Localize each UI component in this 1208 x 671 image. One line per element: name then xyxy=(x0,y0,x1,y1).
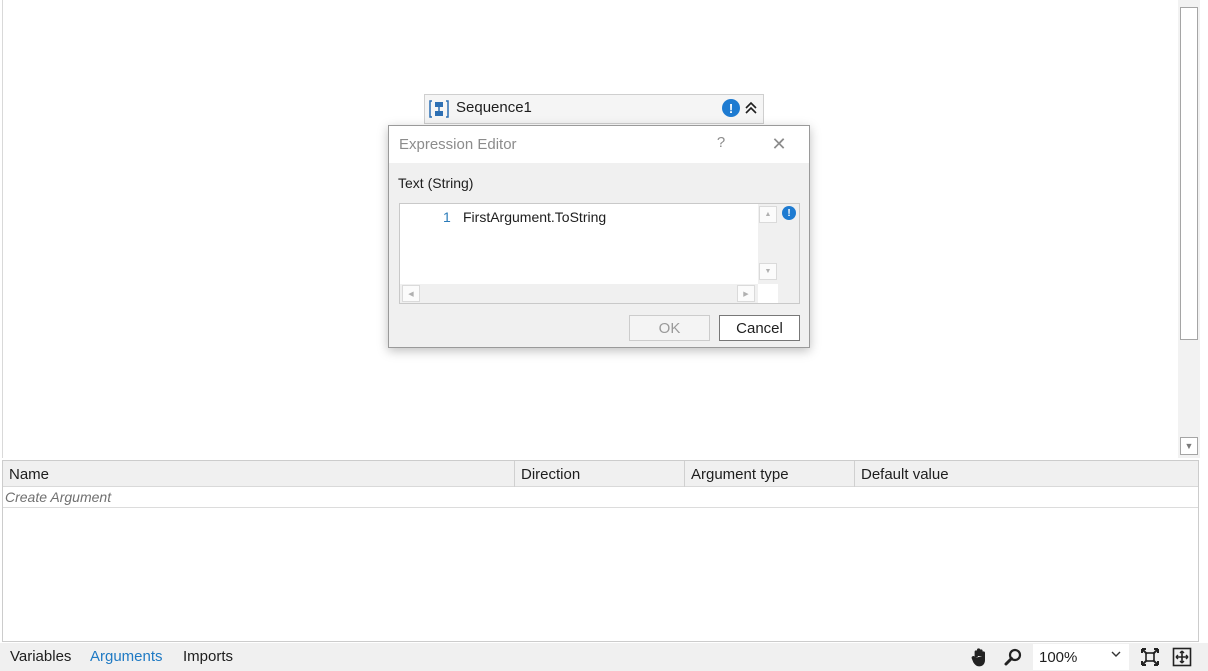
overview-icon[interactable] xyxy=(1172,647,1192,667)
zoom-dropdown[interactable]: 100% xyxy=(1033,644,1129,670)
tab-variables[interactable]: Variables xyxy=(10,648,71,665)
scroll-left-button[interactable]: ◀ xyxy=(402,285,420,302)
column-header-name[interactable]: Name xyxy=(3,461,515,487)
close-icon[interactable]: ✕ xyxy=(769,134,789,154)
help-button[interactable]: ? xyxy=(713,134,729,154)
designer-bottom-bar: Variables Arguments Imports 100% xyxy=(0,643,1208,671)
hand-icon[interactable] xyxy=(969,646,991,668)
scroll-right-button[interactable]: ▶ xyxy=(737,285,755,302)
column-header-direction[interactable]: Direction xyxy=(515,461,685,487)
zoom-value: 100% xyxy=(1039,648,1078,666)
tab-imports[interactable]: Imports xyxy=(183,648,233,665)
editor-vertical-scrollbar[interactable]: ▲ ▼ xyxy=(758,204,778,284)
scroll-up-button[interactable]: ▲ xyxy=(759,206,777,223)
warning-icon[interactable]: ! xyxy=(722,99,740,117)
tab-arguments[interactable]: Arguments xyxy=(90,648,163,665)
line-number: 1 xyxy=(443,209,451,225)
editor-horizontal-scrollbar[interactable]: ◀ ▶ xyxy=(400,284,758,303)
sequence-title[interactable]: Sequence1 xyxy=(456,99,532,116)
scroll-down-button[interactable]: ▼ xyxy=(1180,437,1198,455)
scroll-down-button[interactable]: ▼ xyxy=(759,263,777,280)
expression-text[interactable]: FirstArgument.ToString xyxy=(463,209,606,225)
double-chevron-up-icon[interactable] xyxy=(742,99,760,117)
sequence-icon xyxy=(429,100,449,118)
dialog-titlebar: Expression Editor ? ✕ xyxy=(389,126,809,163)
column-header-argument-type[interactable]: Argument type xyxy=(685,461,855,487)
ok-button[interactable]: OK xyxy=(629,315,710,341)
workflow-designer: Sequence1 ! ▼ Expression Editor ? ✕ Text… xyxy=(0,0,1208,671)
canvas-vertical-scrollbar[interactable]: ▼ xyxy=(1178,0,1200,458)
zoom-icon[interactable] xyxy=(1003,647,1023,667)
cancel-button[interactable]: Cancel xyxy=(719,315,800,341)
arguments-panel: Name Direction Argument type Default val… xyxy=(2,460,1199,642)
column-header-default-value[interactable]: Default value xyxy=(855,461,1198,487)
chevron-down-icon xyxy=(1111,649,1121,662)
expression-type-label: Text (String) xyxy=(398,175,474,191)
expression-editor-dialog: Expression Editor ? ✕ Text (String) 1 Fi… xyxy=(388,125,810,348)
create-argument-row[interactable]: Create Argument xyxy=(3,487,1198,508)
fit-to-screen-icon[interactable] xyxy=(1140,647,1160,667)
dialog-title: Expression Editor xyxy=(399,136,517,153)
expression-input[interactable]: 1 FirstArgument.ToString ▲ ▼ ◀ ▶ xyxy=(399,203,800,304)
warning-icon[interactable]: ! xyxy=(782,206,796,220)
sequence-activity[interactable]: Sequence1 ! xyxy=(424,94,764,124)
arguments-table-header: Name Direction Argument type Default val… xyxy=(3,461,1198,487)
scrollbar-thumb[interactable] xyxy=(1180,7,1198,340)
